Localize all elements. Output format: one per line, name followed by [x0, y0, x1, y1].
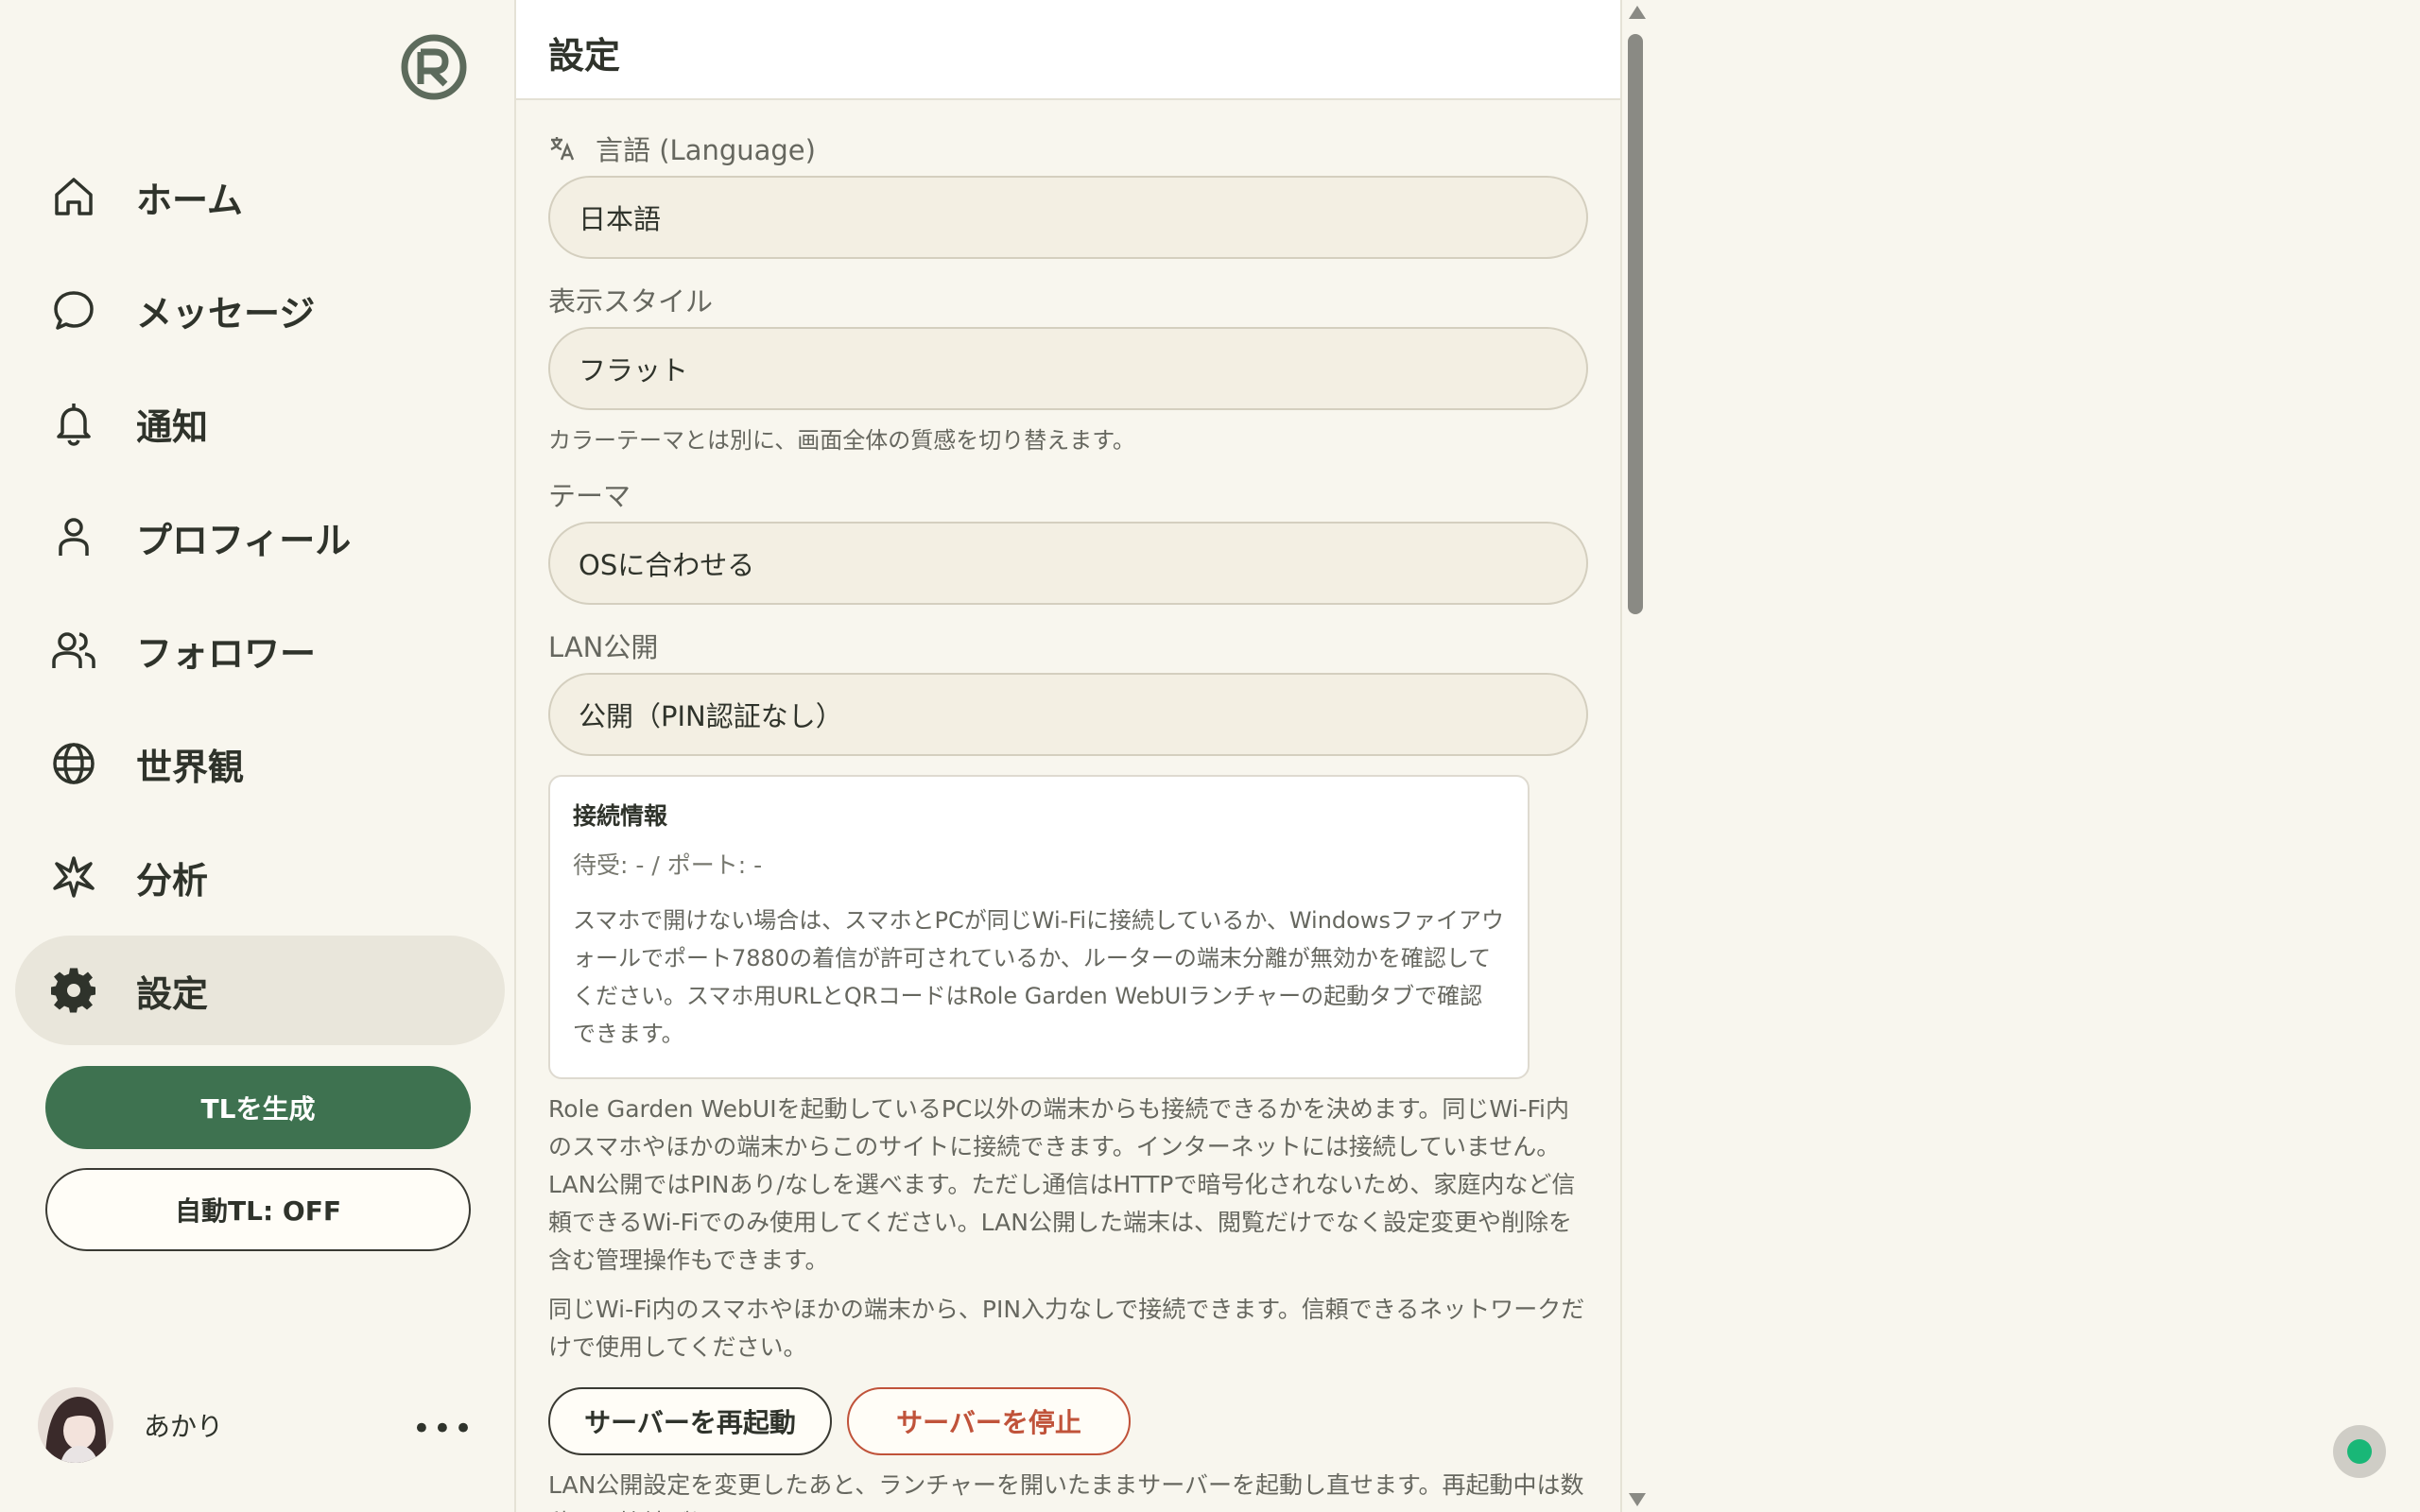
chat-bubble-icon [49, 285, 98, 335]
user-name: あかり [144, 1411, 224, 1442]
sidebar-item-label: 設定 [136, 972, 209, 1015]
display-style-hint: カラーテーマとは別に、画面全体の質感を切り替えます。 [548, 427, 1135, 454]
lan-description: Role Garden WebUIを起動しているPC以外の端末からも接続できるか… [548, 1095, 1576, 1274]
sidebar-item-followers[interactable]: フォロワー [15, 595, 505, 705]
sidebar-item-settings[interactable]: 設定 [15, 936, 505, 1045]
language-label-text: 言語 (Language) [596, 134, 816, 166]
sidebar-item-home[interactable]: ホーム [15, 142, 505, 251]
display-style-select[interactable]: フラット [548, 327, 1588, 410]
lan-warning: 同じWi-Fi内のスマホやほかの端末から、PIN入力なしで接続できます。信頼でき… [548, 1296, 1585, 1361]
restart-hint: LAN公開設定を変更したあと、ランチャーを開いたままサーバーを起動し直せます。再… [548, 1471, 1584, 1512]
connection-status-button[interactable] [2333, 1425, 2386, 1478]
scroll-down-arrow-icon[interactable] [1629, 1493, 1646, 1506]
scroll-up-arrow-icon[interactable] [1629, 6, 1646, 19]
gear-icon [49, 966, 98, 1015]
stop-server-button[interactable]: サーバーを停止 [847, 1387, 1131, 1455]
language-label: 言語 (Language) [548, 129, 1588, 168]
language-select[interactable]: 日本語 [548, 176, 1588, 259]
translate-icon [550, 137, 575, 161]
scrollbar[interactable] [1620, 0, 1651, 1512]
sidebar-item-analytics[interactable]: 分析 [15, 822, 505, 932]
home-icon [49, 172, 98, 221]
page-header: 設定 [516, 0, 1620, 100]
auto-tl-toggle-button[interactable]: 自動TL: OFF [45, 1168, 471, 1251]
globe-icon [49, 739, 98, 788]
scrollbar-thumb[interactable] [1628, 34, 1643, 614]
sidebar-nav: ホーム メッセージ 通知 プロフィール フォロワー 世界観 分析 設定 [15, 142, 505, 1049]
server-button-row: サーバーを再起動 サーバーを停止 [548, 1387, 1588, 1455]
sidebar-item-label: ホーム [136, 179, 243, 221]
connection-status: 待受: - / ポート: - [573, 851, 763, 879]
generate-tl-button[interactable]: TLを生成 [45, 1066, 471, 1149]
settings-panel: 設定 言語 (Language) 日本語 表示スタイル フラット カラーテーマと… [516, 0, 1620, 1512]
user-profile[interactable]: あかり ••• [38, 1385, 482, 1465]
connection-info-title: 接続情報 [573, 802, 668, 830]
theme-label: テーマ [548, 480, 631, 512]
sidebar-item-label: メッセージ [136, 292, 316, 335]
sidebar: ホーム メッセージ 通知 プロフィール フォロワー 世界観 分析 設定 TLを生… [0, 0, 516, 1512]
avatar[interactable] [38, 1387, 113, 1463]
page-title: 設定 [548, 35, 621, 77]
theme-select[interactable]: OSに合わせる [548, 522, 1588, 605]
bell-icon [49, 399, 98, 448]
lan-label: LAN公開 [548, 631, 659, 663]
restart-server-button[interactable]: サーバーを再起動 [548, 1387, 832, 1455]
sparkle-icon [49, 852, 98, 902]
sidebar-item-messages[interactable]: メッセージ [15, 255, 505, 365]
sidebar-item-label: 世界観 [136, 746, 245, 788]
sidebar-item-notifications[interactable]: 通知 [15, 369, 505, 478]
lan-select[interactable]: 公開（PIN認証なし） [548, 673, 1588, 756]
sidebar-item-profile[interactable]: プロフィール [15, 482, 505, 592]
connection-help-text: スマホで開けない場合は、スマホとPCが同じWi-Fiに接続しているか、Windo… [573, 907, 1504, 1047]
sidebar-item-label: フォロワー [136, 632, 317, 675]
sidebar-item-label: 分析 [136, 859, 209, 902]
display-style-label: 表示スタイル [548, 285, 714, 318]
settings-form: 言語 (Language) 日本語 表示スタイル フラット カラーテーマとは別に… [548, 129, 1588, 1512]
app-logo-icon[interactable] [400, 33, 468, 101]
sidebar-item-worldview[interactable]: 世界観 [15, 709, 505, 818]
more-options-icon[interactable]: ••• [412, 1410, 475, 1448]
online-status-icon [2347, 1439, 2372, 1464]
connection-info-box: 接続情報 待受: - / ポート: - スマホで開けない場合は、スマホとPCが同… [548, 775, 1530, 1079]
sidebar-item-label: 通知 [136, 405, 209, 448]
sidebar-item-label: プロフィール [136, 519, 352, 561]
people-icon [49, 626, 98, 675]
person-icon [49, 512, 98, 561]
